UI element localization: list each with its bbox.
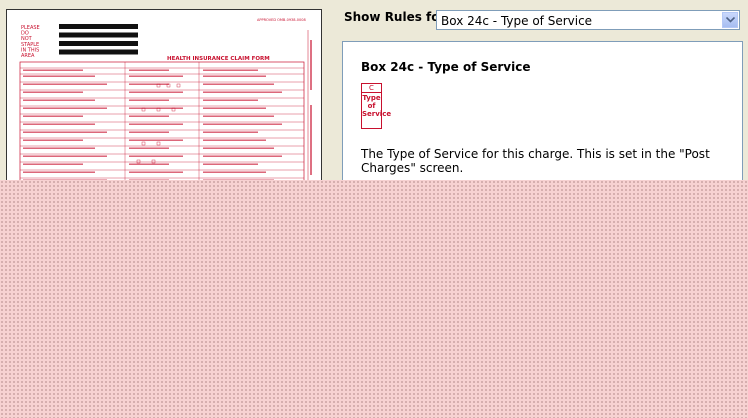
patient-info-label xyxy=(310,105,312,175)
form-field-label xyxy=(203,115,274,117)
redaction-bar xyxy=(59,24,138,29)
form-field-label xyxy=(23,155,107,157)
form-field-label xyxy=(23,147,95,149)
form-field-label xyxy=(129,155,183,157)
form-title: HEALTH INSURANCE CLAIM FORM xyxy=(167,56,270,62)
form-field-label xyxy=(203,131,258,133)
form-field-label xyxy=(203,99,258,101)
form-field-label xyxy=(203,91,282,93)
form-field-label xyxy=(23,163,83,165)
form-field-label xyxy=(23,115,83,117)
form-field-label xyxy=(129,139,183,141)
form-field-label xyxy=(203,123,282,125)
form-field-label xyxy=(203,107,266,109)
form-field-label xyxy=(203,171,266,173)
redaction-bar xyxy=(59,41,138,46)
staple-notice: PLEASE DO NOT STAPLE IN THIS AREA xyxy=(21,25,40,59)
form-field-label xyxy=(129,99,169,101)
box-24c-snippet: C Type of Service xyxy=(361,83,392,129)
rules-dropdown[interactable]: Box 24c - Type of Service xyxy=(436,10,740,30)
form-field-label xyxy=(129,75,183,77)
form-field-label xyxy=(23,75,95,77)
rules-dropdown-value: Box 24c - Type of Service xyxy=(441,14,593,28)
form-checkbox xyxy=(136,159,141,164)
form-field-label xyxy=(23,99,95,101)
form-field-label xyxy=(23,123,95,125)
box-letter: C xyxy=(362,84,381,93)
redaction-bar xyxy=(59,49,138,55)
form-field-label xyxy=(203,163,258,165)
box-label: Type of Service xyxy=(362,94,392,118)
rule-detail-panel: Box 24c - Type of Service C Type of Serv… xyxy=(342,41,743,193)
carrier-label xyxy=(310,40,312,90)
form-field-label xyxy=(23,91,83,93)
dropdown-button[interactable] xyxy=(722,12,738,28)
form-field-label xyxy=(23,139,83,141)
form-field-label xyxy=(23,69,83,71)
rule-description: The Type of Service for this charge. Thi… xyxy=(361,147,710,175)
approved-text: APPROVED OMB-0938-0008 xyxy=(257,18,306,22)
form-field-label xyxy=(203,69,258,71)
form-field-label xyxy=(203,155,282,157)
form-field-label xyxy=(129,171,183,173)
form-field-label xyxy=(129,123,183,125)
claim-form-preview: PLEASE DO NOT STAPLE IN THIS AREA APPROVED OMB… xyxy=(6,9,322,183)
staple-notice-line: AREA xyxy=(21,53,35,59)
form-field-label xyxy=(129,83,169,85)
form-field-label xyxy=(203,139,266,141)
rule-title: Box 24c - Type of Service xyxy=(361,60,531,74)
form-field-label xyxy=(129,131,169,133)
form-field-label xyxy=(203,75,266,77)
form-field-label xyxy=(23,83,107,85)
form-field-label xyxy=(23,131,107,133)
form-field-label xyxy=(129,69,169,71)
form-checkbox xyxy=(141,141,146,146)
form-field-label xyxy=(203,83,274,85)
chevron-down-icon xyxy=(726,17,735,23)
form-checkbox xyxy=(176,83,181,88)
form-field-label xyxy=(129,91,183,93)
claim-form-image: PLEASE DO NOT STAPLE IN THIS AREA APPROVED OMB… xyxy=(19,18,312,182)
form-checkbox xyxy=(156,141,161,146)
form-field-label xyxy=(129,163,169,165)
dotted-overlay xyxy=(0,180,748,418)
form-field-label xyxy=(23,107,107,109)
form-field-label xyxy=(129,147,169,149)
show-rules-label: Show Rules for xyxy=(344,10,446,24)
redaction-bar xyxy=(59,32,138,38)
form-checkbox xyxy=(151,159,156,164)
form-field-label xyxy=(23,171,95,173)
form-field-label xyxy=(203,147,274,149)
form-field-label xyxy=(129,115,169,117)
